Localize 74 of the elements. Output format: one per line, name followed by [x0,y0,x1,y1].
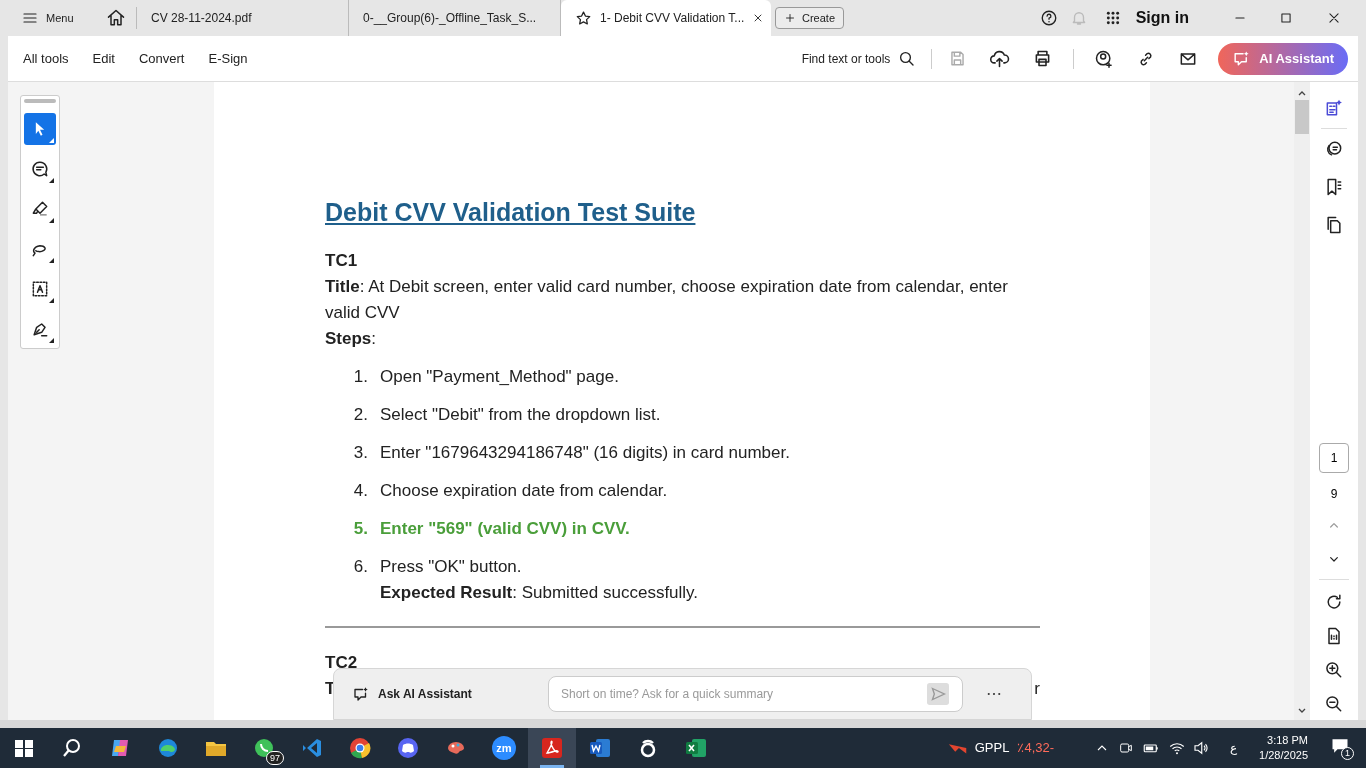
menu-button[interactable]: Menu [22,9,84,27]
step-text: Choose expiration date from calendar. [380,479,668,502]
word-document-icon[interactable] [588,736,612,760]
toolbar-menu[interactable]: Convert [138,48,185,69]
menu-icon [22,10,38,26]
edge-browser-icon[interactable] [156,736,180,760]
meet-icon[interactable] [1118,740,1135,756]
document-tab[interactable]: 1- Debit CVV Validation T... [561,0,771,36]
case-id: TC1 [325,249,359,272]
chrome-browser-icon[interactable] [348,736,372,760]
text-fragment: r [1034,677,1040,700]
comment-icon [30,159,50,179]
title-paragraph: Title: At Debit screen, enter valid card number, choose expiration date from calendar, enter valid CVV [325,275,1009,324]
comments-icon[interactable] [1324,139,1344,159]
create-button[interactable]: Create [775,7,845,29]
notification-count: 1 [1341,747,1354,760]
ai-assistant-button[interactable]: AI Assistant [1218,42,1348,75]
language-indicator[interactable]: ع [1230,739,1238,757]
page-number-field[interactable]: 1 [1319,443,1349,473]
find-button[interactable]: Find text or tools [801,49,917,68]
step-number: 5. [352,517,369,540]
step-number: 2. [352,403,369,426]
toolbar-menu[interactable]: Edit [92,48,115,69]
ai-question-field[interactable]: Short on time? Ask for a quick summary [548,676,963,712]
vertical-scrollbar[interactable] [1294,82,1310,720]
step-text: Enter "1679643294186748" (16 digits) in card number. [380,441,790,464]
ai-bar-label: Ask AI Assistant [378,686,473,703]
scrollbar-thumb[interactable] [1295,100,1309,134]
pages-icon[interactable] [1324,215,1344,235]
spreadsheet-icon[interactable] [684,736,708,760]
page-count: 9 [1330,486,1338,503]
home-icon[interactable] [106,8,126,28]
clock-date[interactable]: 1/28/2025 [1259,748,1308,763]
stock-ticker: GPPL [974,739,1010,758]
steps-label: Steps: [325,327,378,350]
close-icon[interactable] [1327,11,1341,25]
code-editor-icon[interactable] [300,736,324,760]
cloud-upload-icon[interactable] [989,48,1011,69]
case-id: TC2 [325,651,359,674]
ai-question-field[interactable]: Short on time? Ask for a quick summary [561,685,926,703]
plus-icon [784,12,796,24]
clock-time[interactable]: 3:18 PM [1267,733,1308,748]
step-number: 4. [352,479,369,502]
help-icon[interactable] [1039,9,1058,27]
highlighter-icon [30,199,50,219]
zoom-in-icon[interactable] [1324,660,1344,680]
step-text: Select "Debit" from the dropdown list. [380,403,661,426]
toolbar-menu[interactable]: E-Sign [208,48,248,69]
pdf-reader-icon[interactable] [540,736,564,760]
stock-change: ٪4,32- [1017,739,1055,758]
text-select-icon [30,279,50,299]
maximize-icon[interactable] [1279,11,1293,25]
send-icon[interactable] [926,683,950,705]
star-icon [575,9,592,27]
step-number: 6. [352,555,369,578]
rotate-icon[interactable] [1324,592,1344,612]
add-person-icon[interactable] [1094,48,1115,69]
toolbar-menu[interactable]: All tools [23,48,69,69]
chat-sparkle-icon [352,685,370,703]
step-text: Enter "569" (valid CVV) in CVV. [380,517,630,540]
discord-icon[interactable] [396,736,420,760]
sign-in-button[interactable]: Sign in [1135,6,1189,30]
step-text: Open "Payment_Method" page. [380,365,619,388]
speaker-icon[interactable] [1192,739,1211,757]
ai-notes-icon[interactable] [1324,98,1344,118]
apps-grid-icon[interactable] [1104,10,1121,26]
step-text: Press "OK" button. [380,555,523,578]
document-heading: Debit CVV Validation Test Suite [325,197,697,228]
bookmarks-icon[interactable] [1324,177,1344,197]
zoom-out-icon[interactable] [1324,694,1344,714]
notification-badge: 97 [266,751,284,765]
step-number: 1. [352,365,369,388]
expected-result: Expected Result: Submitted successfully. [380,581,699,604]
step-number: 3. [352,441,369,464]
